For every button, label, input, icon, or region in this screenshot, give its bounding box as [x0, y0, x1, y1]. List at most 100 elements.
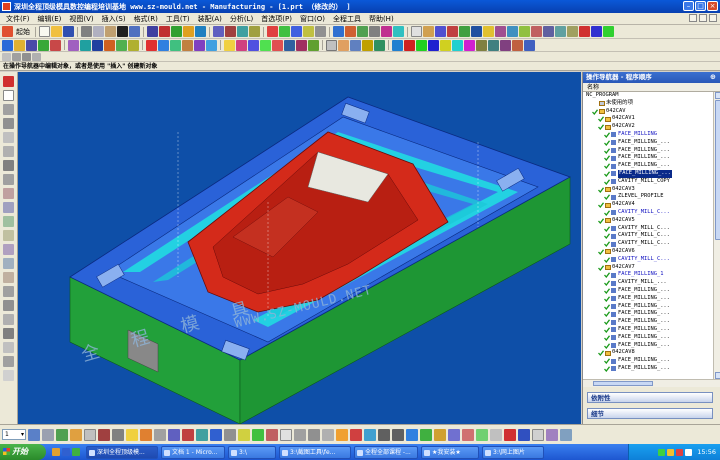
view-layer-icon[interactable]	[42, 428, 54, 441]
section-view-icon[interactable]	[3, 272, 14, 283]
ipw-icon[interactable]	[308, 39, 319, 51]
extrude-icon[interactable]	[423, 26, 434, 37]
layer-icon[interactable]	[357, 26, 368, 37]
program-order-view-icon[interactable]	[213, 26, 224, 37]
translucency-icon[interactable]	[448, 428, 460, 441]
wireframe-icon[interactable]	[3, 174, 14, 185]
more-tools-icon[interactable]	[3, 370, 14, 381]
toolpath-display-icon[interactable]	[504, 428, 516, 441]
show-icon[interactable]	[555, 26, 566, 37]
diamond-icon[interactable]	[3, 230, 14, 241]
create-program-icon[interactable]	[147, 26, 158, 37]
operation-row[interactable]: FACE_MILLING_...	[583, 334, 713, 342]
operation-row[interactable]: CAVITY_MILL_C...	[583, 232, 713, 240]
regenerate-icon[interactable]	[420, 428, 432, 441]
tool-path-list-icon[interactable]	[68, 39, 79, 51]
geometry-view-icon[interactable]	[237, 26, 248, 37]
right-view-icon[interactable]	[322, 428, 334, 441]
snap-point-icon[interactable]	[32, 52, 41, 61]
doc-minimize-icon[interactable]	[689, 14, 697, 22]
media-icon[interactable]	[72, 448, 80, 456]
snap-center-icon[interactable]	[168, 428, 180, 441]
snap-quadrant-icon[interactable]	[196, 428, 208, 441]
operation-row[interactable]: FACE_MILLING_...	[583, 147, 713, 155]
create-operation-icon[interactable]	[195, 26, 206, 37]
tool-holder-icon[interactable]	[146, 39, 157, 51]
back-arrow-icon[interactable]	[378, 428, 390, 441]
operation-row[interactable]: FACE_MILLING_...	[583, 169, 713, 178]
generate-toolpath-icon[interactable]	[267, 26, 278, 37]
task-explorer-2[interactable]: 3:\截图工具\fe...	[279, 445, 351, 459]
verify-toolpath-icon[interactable]	[291, 26, 302, 37]
program-group-row[interactable]: 未使用的项	[583, 100, 713, 108]
menu-assembly[interactable]: 装配(A)	[194, 14, 226, 24]
pan-view-icon[interactable]	[3, 118, 14, 129]
avoidance-icon[interactable]	[206, 39, 217, 51]
paste-icon[interactable]	[105, 26, 116, 37]
hole-icon[interactable]	[3, 202, 14, 213]
blank-icon[interactable]	[392, 39, 403, 51]
zoom-window-icon[interactable]	[336, 428, 348, 441]
replay-toolpath-icon[interactable]	[279, 26, 290, 37]
color-icon[interactable]	[531, 26, 542, 37]
highlight-icon[interactable]	[579, 26, 590, 37]
cube-icon[interactable]	[3, 76, 14, 87]
forward-arrow-icon[interactable]	[392, 428, 404, 441]
operation-row[interactable]: FACE_MILLING_...	[583, 303, 713, 311]
doc-restore-icon[interactable]	[699, 14, 707, 22]
select-all-icon[interactable]	[2, 52, 11, 61]
task-images[interactable]: 3:\网上图片	[482, 445, 544, 459]
create-geometry-icon[interactable]	[171, 26, 182, 37]
tree-horizontal-scrollbar[interactable]	[583, 379, 720, 387]
work-layer-select[interactable]: 1	[2, 429, 26, 440]
filter-type-icon[interactable]	[22, 52, 31, 61]
antivirus-icon[interactable]	[676, 448, 684, 456]
iso-view-icon[interactable]	[280, 428, 292, 441]
snap-mid-icon[interactable]	[154, 428, 166, 441]
blank-object-icon[interactable]	[462, 428, 474, 441]
zoom-icon[interactable]	[603, 26, 614, 37]
refresh-icon[interactable]	[452, 39, 463, 51]
mill-contour-icon[interactable]	[92, 39, 103, 51]
operation-row[interactable]: FACE_MILLING_...	[583, 326, 713, 334]
scroll-thumb[interactable]	[715, 100, 720, 240]
operation-row[interactable]: FACE_MILLING_1	[583, 271, 713, 279]
non-cutting-moves-icon[interactable]	[182, 39, 193, 51]
csys-icon[interactable]	[3, 258, 14, 269]
circle-icon[interactable]	[3, 188, 14, 199]
menu-full-tools[interactable]: 全程工具	[329, 14, 365, 24]
pattern-icon[interactable]	[3, 356, 14, 367]
delete-icon[interactable]	[117, 26, 128, 37]
minimize-button[interactable]: –	[683, 1, 694, 11]
operation-row[interactable]: FACE_MILLING_...	[583, 139, 713, 147]
fit-icon[interactable]	[591, 26, 602, 37]
machining-method-view-icon[interactable]	[249, 26, 260, 37]
menu-edit[interactable]: 编辑(E)	[34, 14, 66, 24]
method-icon[interactable]	[500, 39, 511, 51]
copy-icon[interactable]	[93, 26, 104, 37]
measure-icon[interactable]	[495, 26, 506, 37]
top-view-icon[interactable]	[294, 428, 306, 441]
plot-icon[interactable]	[546, 428, 558, 441]
filter-icon[interactable]	[393, 26, 404, 37]
operation-row[interactable]: FACE_MILLING_...	[583, 154, 713, 162]
studio-icon[interactable]	[266, 428, 278, 441]
roles-icon[interactable]	[26, 39, 37, 51]
layer-move-icon[interactable]	[3, 314, 14, 325]
task-explorer-1[interactable]: 3:\	[228, 445, 276, 459]
program-group-row[interactable]: 042CAV4	[583, 201, 713, 209]
zoom-in-icon[interactable]	[350, 428, 362, 441]
mill-planar-icon[interactable]	[80, 39, 91, 51]
operation-row[interactable]: FACE_MILLING_...	[583, 357, 713, 365]
tool-icon[interactable]	[476, 39, 487, 51]
tool-display-icon[interactable]	[518, 428, 530, 441]
point-icon[interactable]	[362, 39, 373, 51]
play-icon[interactable]	[416, 39, 427, 51]
snap-end-icon[interactable]	[140, 428, 152, 441]
pointer-icon[interactable]	[3, 90, 14, 101]
start-button[interactable]: 开始	[0, 444, 46, 460]
corner-control-icon[interactable]	[194, 39, 205, 51]
desktop-icon[interactable]	[62, 448, 70, 456]
chamfer-icon[interactable]	[459, 26, 470, 37]
snap-icon[interactable]	[381, 26, 392, 37]
